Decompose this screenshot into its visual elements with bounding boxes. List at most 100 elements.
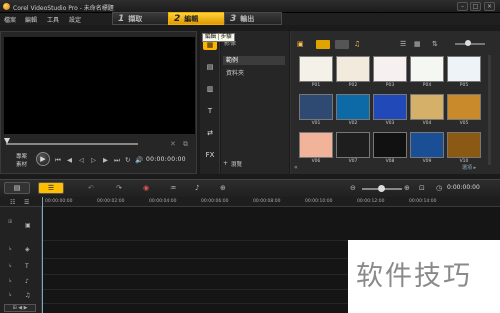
library-thumbnail[interactable] xyxy=(299,94,333,120)
ruler-tick: 00:00:02:00 xyxy=(97,199,125,204)
overlay-track-icon: ◈ xyxy=(25,246,30,253)
tooltip-edit-text: 編輯 xyxy=(205,34,217,40)
menu-settings[interactable]: 設定 xyxy=(69,15,81,24)
next-frame-icon[interactable]: ▶ xyxy=(103,156,108,164)
close-button[interactable]: × xyxy=(484,2,495,11)
library-thumbnail[interactable] xyxy=(447,94,481,120)
menu-edit[interactable]: 編輯 xyxy=(25,15,37,24)
preview-screen xyxy=(4,37,195,134)
library-thumbnail[interactable] xyxy=(373,56,407,82)
library-thumbnail[interactable] xyxy=(336,132,370,158)
home-icon[interactable]: ⏮ xyxy=(55,156,61,165)
thumbnail-label: P05 xyxy=(459,83,469,88)
folder-item-folder[interactable]: 資料夾 xyxy=(226,68,244,77)
thumbnail-label: V01 xyxy=(311,121,321,126)
track-manager-icon[interactable]: ☷ xyxy=(10,199,15,206)
library-thumbnail[interactable] xyxy=(410,56,444,82)
volume-icon[interactable]: 🔊 xyxy=(135,156,143,164)
zoom-out-icon[interactable]: ⊖ xyxy=(350,184,356,192)
voice-track-icon: ♪ xyxy=(25,278,29,285)
show-photos-icon[interactable] xyxy=(335,40,349,49)
thumbnail-size-knob[interactable] xyxy=(465,40,471,46)
step-capture-tab[interactable]: 1 擷取 xyxy=(112,12,170,25)
step-share-tab[interactable]: 3 輸出 xyxy=(224,12,282,25)
end-icon[interactable]: ⏭ xyxy=(114,156,120,165)
app-logo-icon xyxy=(3,3,10,10)
thumbnail-label: V09 xyxy=(422,159,432,164)
step-edit-tab[interactable]: 2 編輯 xyxy=(168,12,226,25)
redo-icon[interactable]: ↷ xyxy=(116,184,122,192)
menu-tools[interactable]: 工具 xyxy=(47,15,59,24)
menu-file[interactable]: 檔案 xyxy=(4,15,16,24)
overlay-track-toggle-icon[interactable]: ↳ xyxy=(8,246,12,252)
window-title: Corel VideoStudio Pro - 未命名標題 xyxy=(13,5,114,12)
previous-frame-icon[interactable]: ◀ xyxy=(67,156,72,164)
motion-tracking-icon[interactable]: ⊕ xyxy=(220,184,226,192)
watermark-text: 软件技巧 xyxy=(356,261,472,292)
clip-mode-label[interactable]: 素材 xyxy=(16,160,27,168)
title-tab-icon[interactable]: T xyxy=(203,106,217,116)
import-icon[interactable]: ▣ xyxy=(297,40,304,48)
preview-timecode[interactable]: 00:00:00:00 xyxy=(146,156,186,163)
transition-tab-icon[interactable]: ▥ xyxy=(203,84,217,94)
add-track-button[interactable]: ⊞ ◀ ▶ xyxy=(4,304,36,312)
browse-button[interactable]: 瀏覽 xyxy=(231,160,242,168)
minimize-button[interactable]: – xyxy=(457,2,468,11)
thumbnail-view-icon[interactable]: ▦ xyxy=(414,40,421,48)
sound-mixer-icon[interactable]: ♒ xyxy=(170,184,176,192)
project-mode-label[interactable]: 專案 xyxy=(16,152,27,160)
library-thumbnail[interactable] xyxy=(373,132,407,158)
step-number: 2 xyxy=(174,14,181,24)
fit-project-icon[interactable]: ⊡ xyxy=(419,184,425,192)
ruler-tick: 00:00:08:00 xyxy=(253,199,281,204)
library-thumbnail[interactable] xyxy=(447,56,481,82)
thumbnail-label: V02 xyxy=(348,121,358,126)
storyboard-view-button[interactable]: ▤ xyxy=(4,182,30,194)
maximize-button[interactable]: □ xyxy=(470,2,481,11)
library-thumbnail[interactable] xyxy=(299,56,333,82)
folder-item-sample[interactable]: 範例 xyxy=(223,56,285,65)
library-thumbnail[interactable] xyxy=(299,132,333,158)
library-thumbnail[interactable] xyxy=(410,132,444,158)
thumbnail-scrollbar[interactable] xyxy=(488,55,491,165)
options-button[interactable]: 選項 ▸ xyxy=(462,164,482,171)
auto-music-icon[interactable]: ♪ xyxy=(195,184,199,192)
sort-icon[interactable]: ⇅ xyxy=(432,40,438,48)
add-folder-icon[interactable]: + xyxy=(223,160,228,167)
collapse-library-icon[interactable]: « xyxy=(294,164,298,171)
show-videos-icon[interactable] xyxy=(316,40,330,49)
enlarge-icon[interactable]: ⧉ xyxy=(183,140,188,149)
timeline-timecode[interactable]: 0:00:00:00 xyxy=(447,184,480,191)
trim-icon[interactable]: ✕ xyxy=(170,140,176,148)
repeat-icon[interactable]: ↻ xyxy=(125,156,130,164)
library-thumbnail[interactable] xyxy=(410,94,444,120)
step-back-icon[interactable]: ◁ xyxy=(79,156,84,164)
ruler-tick: 00:00:04:00 xyxy=(149,199,177,204)
title-track-toggle-icon[interactable]: ↳ xyxy=(8,263,12,269)
play-button[interactable]: ▶ xyxy=(36,152,50,166)
show-audio-icon[interactable]: ♫ xyxy=(354,40,360,48)
scrub-bar[interactable] xyxy=(6,143,138,145)
step-label: 輸出 xyxy=(240,15,255,23)
voice-track-toggle-icon[interactable]: ↳ xyxy=(8,278,12,284)
record-capture-icon[interactable]: ◉ xyxy=(143,184,149,192)
library-thumbnail[interactable] xyxy=(373,94,407,120)
undo-icon[interactable]: ↶ xyxy=(88,184,94,192)
step-forward-icon[interactable]: ▷ xyxy=(91,156,96,164)
timeline-view-button[interactable]: ☰ xyxy=(38,182,64,194)
timeline-zoom-knob[interactable] xyxy=(378,185,385,192)
chapter-icon[interactable]: ☰ xyxy=(24,199,29,206)
filter-tab-icon[interactable]: FX xyxy=(203,150,217,160)
music-track-toggle-icon[interactable]: ↳ xyxy=(8,292,12,298)
library-thumbnail[interactable] xyxy=(336,56,370,82)
instant-project-tab-icon[interactable]: ▤ xyxy=(203,62,217,72)
library-thumbnail[interactable] xyxy=(447,132,481,158)
graphic-tab-icon[interactable]: ⇄ xyxy=(203,128,217,138)
list-view-icon[interactable]: ☰ xyxy=(400,40,406,48)
step-number: 3 xyxy=(230,14,237,24)
video-track-toggle-icon[interactable]: ⊞ xyxy=(8,219,12,225)
playhead-marker[interactable] xyxy=(42,197,43,313)
step-tooltip: 編輯 步驟 xyxy=(202,33,235,42)
library-thumbnail[interactable] xyxy=(336,94,370,120)
zoom-in-icon[interactable]: ⊕ xyxy=(404,184,410,192)
